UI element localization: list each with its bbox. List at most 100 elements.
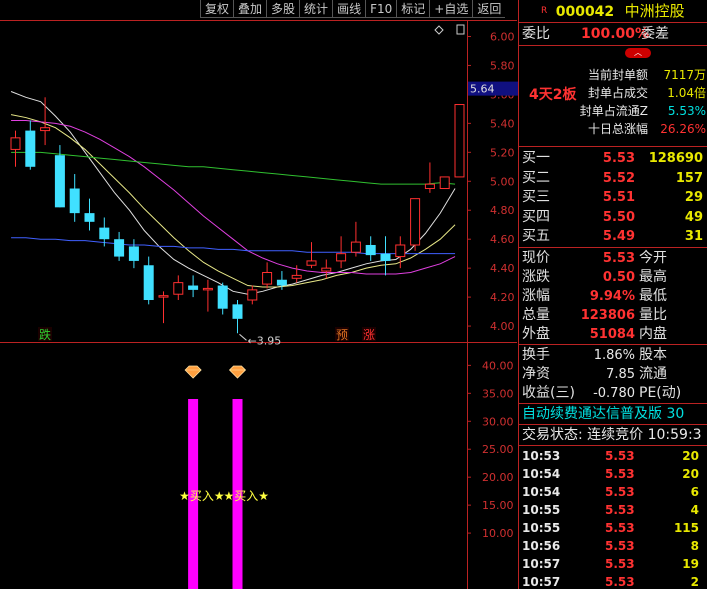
candle-body[interactable]: [336, 253, 347, 262]
bid-label: 买三: [522, 189, 550, 205]
quote-label-2: 内盘: [639, 325, 667, 342]
bid-row[interactable]: 买一 5.53 128690: [519, 149, 707, 169]
candle-body[interactable]: [232, 304, 243, 319]
tick-row: 10:55 5.53 4: [519, 501, 707, 519]
candle-body[interactable]: [202, 287, 213, 291]
board-label: 封单占成交: [587, 86, 648, 100]
candle-body[interactable]: [143, 265, 154, 301]
quote-label-2: 最低: [639, 287, 667, 304]
quote-label: 涨跌: [522, 268, 550, 285]
candle-body[interactable]: [454, 104, 465, 178]
fund-value: 1.86%: [593, 347, 635, 363]
board-label: 当前封单额: [587, 68, 648, 82]
indicator-tick-label: 10.00: [482, 527, 514, 540]
candle-body[interactable]: [262, 271, 273, 285]
toolbar-btn-4[interactable]: 画线: [332, 0, 366, 18]
candle-body[interactable]: [54, 155, 65, 208]
price-tick-label: 5.80: [490, 59, 515, 72]
bid-row[interactable]: 买四 5.50 49: [519, 208, 707, 228]
chart-toolbar: 复权 叠加 多股 统计 画线 F10 标记 +自选 返回: [200, 0, 506, 19]
tick-time: 10:57: [522, 574, 561, 589]
collapse-arrow-icon[interactable]: ︿: [625, 48, 651, 58]
candle-body[interactable]: [410, 198, 421, 246]
low-arrow: [239, 333, 247, 341]
bid-price: 5.53: [602, 151, 635, 166]
bid-row[interactable]: 买三 5.51 29: [519, 188, 707, 208]
indicator-tick-label: 30.00: [482, 415, 514, 428]
indicator-tick-label: 20.00: [482, 471, 514, 484]
price-tick-label: 4.80: [490, 204, 515, 217]
tick-list: 10:53 5.53 20 10:54 5.53 20 10:54 5.53 6 10:55 5.5…: [519, 444, 707, 589]
candle-body[interactable]: [365, 244, 376, 256]
candle-body[interactable]: [321, 267, 332, 272]
quote-value: 123806: [580, 307, 635, 323]
toolbar-btn-5[interactable]: F10: [365, 0, 397, 18]
candle-body[interactable]: [439, 176, 450, 190]
board-value: 7117万: [663, 68, 706, 82]
fund-value: 7.85: [606, 366, 635, 382]
toolbar-btn-2[interactable]: 多股: [266, 0, 300, 18]
board-tag: 4天2板: [529, 87, 577, 103]
tick-time: 10:55: [522, 520, 561, 535]
tick-row: 10:53 5.53 20: [519, 447, 707, 465]
candle-body[interactable]: [217, 285, 228, 309]
candle-body[interactable]: [188, 285, 199, 290]
signal-marker: 预: [336, 328, 348, 342]
stock-code[interactable]: 000042: [556, 4, 614, 20]
tick-price: 5.53: [605, 574, 635, 589]
candle-body[interactable]: [158, 295, 169, 298]
tick-price: 5.53: [605, 538, 635, 553]
candle-body[interactable]: [173, 282, 184, 295]
toolbar-btn-0[interactable]: 复权: [200, 0, 234, 18]
toolbar-btn-8[interactable]: 返回: [472, 0, 506, 18]
candle-body[interactable]: [247, 289, 258, 301]
window-icon[interactable]: [456, 24, 465, 35]
board-row: 封单占成交 1.04倍: [588, 84, 706, 102]
toolbar-btn-7[interactable]: +自选: [429, 0, 473, 18]
tick-volume: 115: [673, 520, 699, 535]
promo-banner[interactable]: 自动续费通达信普及版 30: [519, 402, 707, 424]
bid-row[interactable]: 买五 5.49 31: [519, 227, 707, 247]
bid-volume: 49: [684, 209, 703, 225]
current-price-tag: 5.64: [470, 83, 495, 96]
stock-name[interactable]: 中洲控股: [625, 2, 685, 20]
candle-body[interactable]: [114, 239, 125, 257]
candle-body[interactable]: [25, 130, 36, 167]
quote-value: 5.53: [602, 250, 635, 266]
candle-body[interactable]: [380, 253, 391, 261]
candle-body[interactable]: [350, 241, 361, 253]
quote-label-2: 今开: [639, 249, 667, 266]
candle-body[interactable]: [291, 274, 302, 279]
candle-body[interactable]: [128, 246, 139, 261]
candle-body[interactable]: [69, 188, 80, 214]
fund-label-2: 股本: [639, 346, 667, 363]
indicator-tick-label: 35.00: [482, 387, 514, 400]
candle-body[interactable]: [84, 213, 95, 222]
bid-row[interactable]: 买二 5.52 157: [519, 169, 707, 189]
candle-body[interactable]: [424, 183, 435, 190]
price-tick-label: 4.40: [490, 262, 515, 275]
diamond-icon[interactable]: [434, 25, 444, 35]
quote-label: 现价: [522, 249, 550, 266]
toolbar-btn-1[interactable]: 叠加: [233, 0, 267, 18]
candle-body[interactable]: [40, 127, 51, 132]
candle-body[interactable]: [395, 244, 406, 258]
candle-body[interactable]: [99, 227, 110, 240]
fund-label: 净资: [522, 365, 550, 382]
tick-price: 5.53: [605, 556, 635, 571]
kline-chart[interactable]: 6.005.805.605.405.205.004.804.604.404.20…: [0, 0, 518, 589]
candle-body[interactable]: [276, 279, 287, 286]
quote-row: 外盘 51084 内盘: [519, 325, 707, 344]
bid-volume: 128690: [648, 151, 703, 166]
toolbar-btn-6[interactable]: 标记: [396, 0, 430, 18]
quote-label-2: 量比: [639, 306, 667, 323]
candle-body[interactable]: [306, 260, 317, 266]
toolbar-btn-3[interactable]: 统计: [299, 0, 333, 18]
gem-icon: [184, 365, 202, 379]
bid-price: 5.52: [602, 170, 635, 186]
tick-volume: 8: [690, 538, 699, 553]
bid-label: 买四: [522, 208, 550, 225]
candle-body[interactable]: [10, 137, 21, 150]
bid-volume: 29: [684, 190, 703, 205]
buy-signal-label: ★买入★: [224, 489, 270, 503]
